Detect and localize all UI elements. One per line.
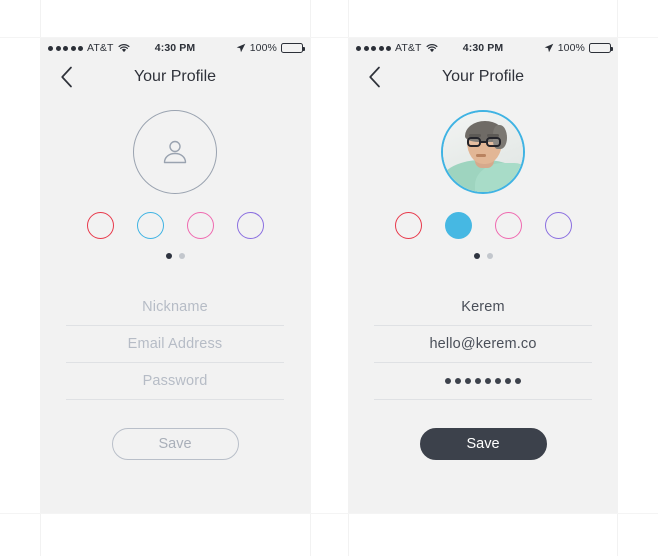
swatch-red[interactable] [86, 212, 114, 239]
swatch-pink[interactable] [186, 212, 214, 239]
phone-screen-filled-state: AT&T 4:30 PM 100% Your Profile Kerem hel… [348, 38, 618, 513]
color-swatch-row [40, 212, 310, 239]
nav-bar: Your Profile [40, 58, 310, 96]
clock-label: 4:30 PM [154, 42, 196, 54]
battery-percent-label: 100% [249, 42, 277, 54]
avatar-photo-image [443, 112, 523, 192]
email-field[interactable]: hello@kerem.co [374, 326, 592, 363]
page-indicator-dots [348, 253, 618, 259]
swatch-blue[interactable] [136, 212, 164, 239]
guide-line-vertical [310, 0, 311, 556]
nav-bar: Your Profile [348, 58, 618, 96]
profile-form: Kerem hello@kerem.co [374, 289, 592, 400]
email-placeholder: Email Address [127, 336, 223, 352]
save-button[interactable]: Save [419, 428, 547, 460]
swatch-pink[interactable] [494, 212, 522, 239]
status-bar-right: 100% [544, 38, 613, 58]
page-title: Your Profile [133, 68, 217, 85]
profile-form: Nickname Email Address Password [66, 289, 284, 400]
save-button-area: Save [348, 428, 618, 460]
battery-percent-label: 100% [557, 42, 585, 54]
avatar-section [40, 110, 310, 194]
page-dot-active[interactable] [165, 253, 172, 259]
nickname-field[interactable]: Nickname [66, 289, 284, 326]
page-title: Your Profile [441, 68, 525, 85]
swatch-red[interactable] [394, 212, 422, 239]
nickname-value: Kerem [461, 299, 505, 315]
password-masked-value [445, 378, 521, 384]
location-arrow-icon [544, 43, 554, 53]
save-button[interactable]: Save [111, 428, 239, 460]
nickname-field[interactable]: Kerem [374, 289, 592, 326]
swatch-blue-selected[interactable] [444, 212, 472, 239]
clock-label: 4:30 PM [462, 42, 504, 54]
avatar-section [348, 110, 618, 194]
status-bar: AT&T 4:30 PM 100% [40, 38, 310, 58]
swatch-purple[interactable] [236, 212, 264, 239]
location-arrow-icon [236, 43, 246, 53]
save-button-area: Save [40, 428, 310, 460]
person-icon [163, 140, 187, 164]
avatar-photo[interactable] [441, 110, 525, 194]
color-swatch-row [348, 212, 618, 239]
password-placeholder: Password [142, 373, 208, 389]
battery-full-icon [281, 43, 305, 53]
password-field[interactable]: Password [66, 363, 284, 400]
status-bar-right: 100% [236, 38, 305, 58]
page-dot-inactive[interactable] [178, 253, 185, 259]
password-field[interactable] [374, 363, 592, 400]
status-bar: AT&T 4:30 PM 100% [348, 38, 618, 58]
swatch-purple[interactable] [544, 212, 572, 239]
battery-full-icon [589, 43, 613, 53]
email-value: hello@kerem.co [429, 336, 537, 352]
guide-line-horizontal [0, 513, 658, 514]
avatar-placeholder[interactable] [133, 110, 217, 194]
page-indicator-dots [40, 253, 310, 259]
page-dot-active[interactable] [473, 253, 480, 259]
phone-screen-empty-state: AT&T 4:30 PM 100% Your Profile Nickname … [40, 38, 310, 513]
email-field[interactable]: Email Address [66, 326, 284, 363]
page-dot-inactive[interactable] [486, 253, 493, 259]
nickname-placeholder: Nickname [142, 299, 208, 315]
